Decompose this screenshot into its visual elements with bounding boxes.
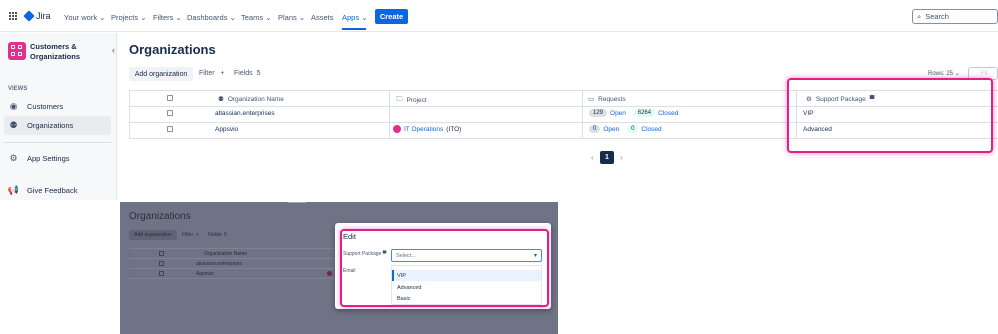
inset-divider [288, 202, 306, 203]
table-row[interactable] [167, 110, 173, 116]
app-icon [8, 42, 26, 60]
add-organization-button[interactable]: Add organization [129, 67, 193, 81]
inset-filter: Filter + [182, 232, 199, 238]
closed-requests-link[interactable]: Closed [658, 110, 678, 117]
create-button[interactable]: Create [375, 9, 408, 24]
inset-checkbox [159, 251, 164, 256]
requests-cell: 129 Open 6264 Closed [589, 109, 678, 117]
inset-table-line [129, 268, 335, 269]
inset-header-organization-name: Organization Name [204, 251, 248, 257]
inset-fields: Fields 5 [208, 232, 227, 238]
checkbox[interactable] [167, 95, 173, 101]
search-icon: ⌕ [917, 11, 922, 21]
chevron-down-icon: ⌄ [361, 13, 368, 22]
table-border [582, 90, 583, 138]
megaphone-icon: 📢 [7, 185, 20, 195]
chevron-down-icon: ⌄ [140, 13, 147, 22]
nav-projects[interactable]: Projects ⌄ [111, 13, 146, 22]
inset-row-name: Appsvio [196, 271, 214, 277]
open-requests-link[interactable]: Open [610, 110, 626, 117]
page-button-current[interactable]: 1 [600, 151, 614, 164]
plus-icon: + [220, 70, 225, 77]
page-title: Organizations [129, 42, 216, 57]
app-switcher-icon[interactable] [9, 12, 18, 21]
jira-logo[interactable]: Jira [23, 10, 51, 22]
ticket-icon: ▭ [588, 96, 595, 103]
views-section-label: VIEWS [8, 86, 28, 92]
filter-button[interactable]: Filter + [199, 70, 225, 77]
column-header-requests[interactable]: ▭ Requests [588, 95, 626, 104]
app-title: Customers & Organizations [30, 42, 81, 61]
app-name: Jira [36, 11, 51, 21]
chevron-down-icon: ⌄ [229, 13, 236, 22]
row-checkbox[interactable] [167, 110, 173, 116]
sidebar-item-organizations[interactable]: ⚉ Organizations [4, 116, 111, 135]
nav-apps[interactable]: Apps ⌄ [342, 13, 368, 22]
inset-table-line [129, 258, 335, 259]
inset-row-name: atlassian.enterprises [196, 261, 242, 267]
next-page-icon[interactable]: › [620, 153, 623, 162]
nav-teams[interactable]: Teams ⌄ [241, 13, 271, 22]
column-header-project[interactable]: 🗀 Project [396, 95, 427, 106]
edit-modal-highlight [340, 229, 549, 307]
project-icon [393, 125, 401, 133]
nav-dashboards[interactable]: Dashboards ⌄ [187, 13, 236, 22]
open-requests-link[interactable]: Open [603, 126, 619, 133]
fields-button[interactable]: Fields 5 [234, 70, 260, 77]
row-checkbox[interactable] [167, 126, 173, 132]
top-navigation: Jira Your work ⌄ Projects ⌄ Filters ⌄ Da… [0, 0, 998, 32]
chevron-down-icon: ⌄ [954, 71, 960, 77]
chevron-down-icon: ⌄ [99, 13, 106, 22]
inset-checkbox [159, 261, 164, 266]
person-icon: ◉ [9, 101, 18, 111]
organization-name-cell[interactable]: atlassian.enterprises [215, 110, 275, 117]
people-icon: ⚉ [218, 96, 224, 103]
inset-table-line [129, 278, 335, 279]
gear-icon: ⚙ [9, 153, 18, 163]
jira-logo-icon [23, 10, 35, 22]
column-header-organization-name[interactable]: ⚉ Organization Name [218, 95, 284, 104]
sidebar-item-customers[interactable]: ◉ Customers [4, 97, 111, 116]
open-count-badge: 129 [589, 109, 608, 117]
inset-table-line [129, 248, 335, 249]
table-border [389, 90, 390, 138]
project-cell[interactable]: IT Operations (ITO) [393, 125, 461, 133]
sidebar-item-give-feedback[interactable]: 📢 Give Feedback [4, 181, 111, 200]
table-border [129, 90, 130, 138]
closed-count-badge: 0 [627, 125, 639, 133]
collapse-sidebar-icon[interactable]: ‹ [112, 45, 115, 55]
requests-cell: 0 Open 0 Closed [589, 125, 662, 133]
folder-icon: 🗀 [396, 96, 403, 103]
inset-add-organization-button: Add organization [129, 230, 177, 240]
sidebar-item-app-settings[interactable]: ⚙ App Settings [4, 149, 111, 168]
project-link[interactable]: IT Operations [404, 126, 443, 133]
nav-filters[interactable]: Filters ⌄ [153, 13, 182, 22]
table-row[interactable] [167, 126, 173, 132]
sidebar-divider [4, 142, 111, 143]
closed-requests-link[interactable]: Closed [641, 126, 661, 133]
closed-count-badge: 6264 [633, 109, 656, 117]
chevron-down-icon: ⌄ [298, 13, 306, 22]
chevron-down-icon: ⌄ [265, 13, 272, 22]
inset-checkbox [159, 271, 164, 276]
nav-your-work[interactable]: Your work ⌄ [64, 13, 105, 22]
open-count-badge: 0 [589, 125, 601, 133]
chevron-down-icon: ⌄ [175, 13, 182, 22]
select-all-checkbox[interactable] [167, 95, 173, 101]
rows-per-page[interactable]: Rows: 25 ⌄ [928, 70, 960, 77]
inset-page-title: Organizations [129, 211, 191, 222]
organization-name-cell[interactable]: Appsvio [215, 126, 238, 133]
search-input[interactable]: ⌕ Search [912, 9, 998, 24]
nav-plans[interactable]: Plans ⌄ [278, 13, 305, 22]
active-nav-indicator [342, 28, 366, 30]
inset-project-icon [327, 271, 332, 276]
support-package-highlight [787, 78, 993, 153]
previous-page-icon[interactable]: ‹ [591, 153, 594, 162]
people-icon: ⚉ [9, 120, 18, 130]
nav-assets[interactable]: Assets [311, 13, 334, 22]
